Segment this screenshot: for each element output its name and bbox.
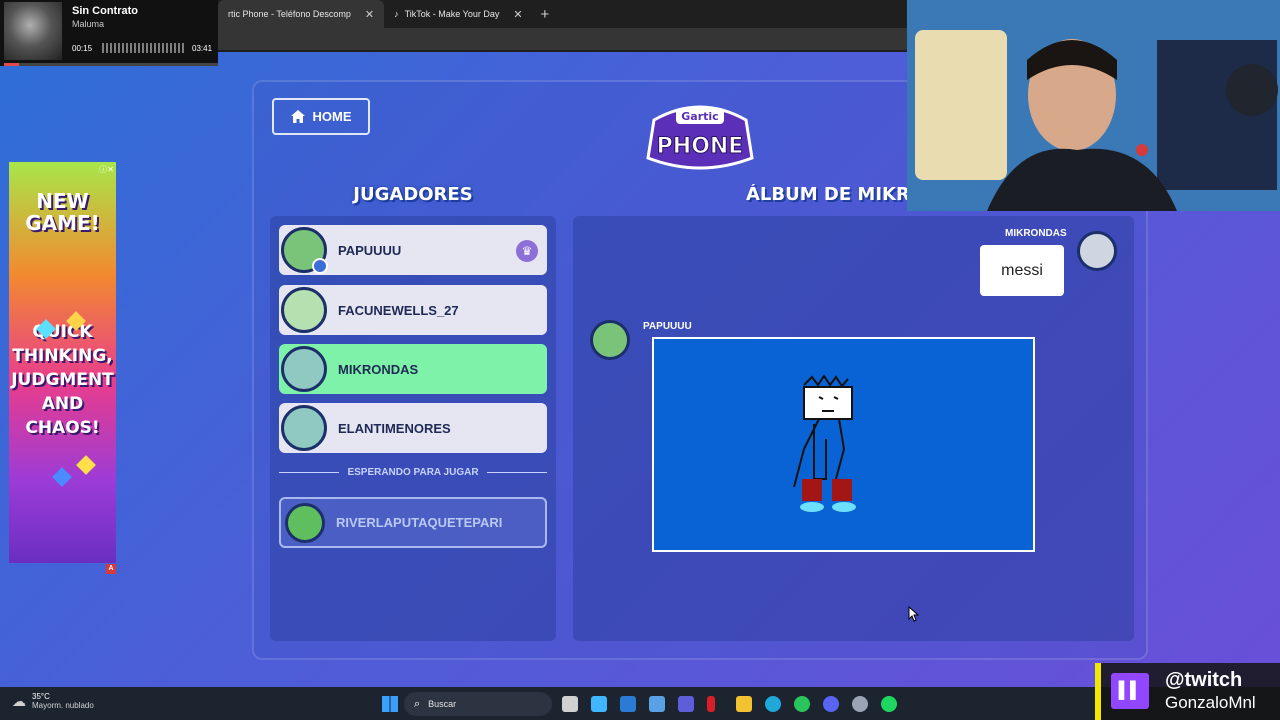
discord-icon[interactable]	[823, 696, 839, 712]
crown-icon: ♛	[516, 240, 538, 262]
gartic-phone-logo: Gartic PHONE	[646, 105, 754, 170]
twitch-username: GonzaloMnl	[1165, 693, 1256, 712]
home-button[interactable]: HOME	[272, 98, 370, 135]
spotify-icon[interactable]	[881, 696, 897, 712]
weather-condition: Mayorm. nublado	[32, 701, 94, 710]
player-avatar	[285, 502, 325, 543]
music-progress-fill	[4, 63, 19, 66]
waiting-label: ESPERANDO PARA JUGAR	[347, 467, 479, 478]
music-widget: Sin Contrato Maluma 00:15 03:41	[0, 0, 218, 66]
tab-bar: rtic Phone - Teléfono Descomp ✕ ♪ TikTok…	[218, 0, 557, 28]
ad-title: NEW GAME!	[25, 189, 100, 235]
divider-line	[486, 472, 548, 473]
windows-start-icon[interactable]	[382, 696, 398, 712]
advertisement[interactable]: ⓘ✕ NEW GAME! QUICK THINKING, JUDGMENT AN…	[9, 162, 116, 563]
edge-icon[interactable]	[765, 696, 781, 712]
elapsed-time: 00:15	[72, 44, 93, 53]
players-heading: JUGADORES	[353, 184, 473, 205]
waiting-player-row[interactable]: RIVERLAPUTAQUETEPARI	[279, 497, 547, 548]
home-label: HOME	[312, 109, 352, 124]
address-bar[interactable]	[218, 28, 908, 50]
player-name: ELANTIMENORES	[338, 420, 451, 436]
waiting-player-name: RIVERLAPUTAQUETEPARI	[336, 515, 503, 530]
tab-title: TikTok - Make Your Day	[404, 9, 500, 19]
player-avatar	[281, 227, 328, 274]
music-progress-bar	[4, 63, 218, 66]
player-name: MIKRONDAS	[338, 361, 419, 377]
logo-bottom-text: PHONE	[657, 134, 744, 159]
player-avatar	[281, 405, 327, 451]
temperature: 35°C	[32, 692, 50, 701]
waiting-divider: ESPERANDO PARA JUGAR	[279, 467, 548, 478]
netflix-icon[interactable]	[707, 696, 715, 712]
twitch-icon: ▌▌	[1111, 673, 1149, 709]
copilot-icon[interactable]	[591, 696, 607, 712]
message-avatar	[1077, 231, 1117, 271]
new-tab-button[interactable]: +	[533, 6, 558, 23]
gem-icon	[76, 455, 96, 475]
player-name: PAPUUUU	[338, 242, 402, 258]
player-row[interactable]: ELANTIMENORES	[279, 403, 547, 453]
search-input[interactable]: ⌕ Buscar	[404, 692, 552, 716]
player-avatar	[281, 346, 327, 392]
player-row[interactable]: MIKRONDAS	[279, 344, 547, 394]
mouse-cursor-icon	[908, 606, 920, 622]
weather-widget[interactable]: ☁ 35°C Mayorm. nublado	[12, 692, 94, 710]
player-row[interactable]: PAPUUUU ♛	[279, 225, 547, 275]
webcam-scene	[907, 0, 1280, 211]
task-view-icon[interactable]	[562, 696, 578, 712]
logo-top-text: Gartic	[681, 110, 718, 123]
duration-time: 03:41	[192, 44, 213, 53]
home-icon	[290, 110, 305, 123]
tiktok-icon: ♪	[394, 9, 399, 19]
gem-icon	[52, 467, 72, 487]
search-icon: ⌕	[414, 697, 421, 710]
webcam-overlay	[907, 0, 1280, 211]
store-icon[interactable]	[649, 696, 665, 712]
tab-gartic-phone[interactable]: rtic Phone - Teléfono Descomp ✕	[218, 0, 385, 28]
mail-icon[interactable]	[620, 696, 636, 712]
drawing-canvas	[652, 337, 1035, 552]
tab-tiktok[interactable]: ♪ TikTok - Make Your Day ✕	[384, 0, 532, 28]
folder-icon[interactable]	[736, 696, 752, 712]
divider-line	[279, 472, 340, 473]
player-row[interactable]: FACUNEWELLS_27	[279, 285, 547, 335]
song-artist: Maluma	[72, 19, 105, 29]
taskbar: ☁ 35°C Mayorm. nublado ⌕ Buscar	[0, 687, 1280, 720]
settings-icon[interactable]	[852, 696, 868, 712]
drawing-figure	[793, 374, 856, 512]
close-icon[interactable]: ✕	[513, 8, 522, 21]
ad-info-icon[interactable]: ⓘ✕	[99, 164, 114, 175]
drawing-author-avatar	[590, 320, 630, 360]
message-author: MIKRONDAS	[1005, 228, 1067, 239]
album-cover	[4, 2, 62, 60]
waveform	[102, 43, 186, 53]
user-badge-icon	[312, 258, 328, 274]
whatsapp-icon[interactable]	[794, 696, 810, 712]
twitch-handle: @twitch	[1165, 669, 1243, 691]
cloud-icon: ☁	[12, 692, 26, 709]
ad-body: QUICK THINKING, JUDGMENT AND CHAOS!	[11, 322, 114, 438]
search-placeholder: Buscar	[428, 699, 457, 709]
twitch-overlay: ▌▌ @twitch GonzaloMnl	[1095, 663, 1280, 720]
song-title: Sin Contrato	[72, 5, 138, 17]
player-name: FACUNEWELLS_27	[338, 302, 459, 318]
teams-icon[interactable]	[678, 696, 694, 712]
player-avatar	[281, 287, 327, 333]
tab-title: rtic Phone - Teléfono Descomp	[228, 9, 351, 19]
close-icon[interactable]: ✕	[365, 8, 374, 21]
album-heading: ÁLBUM DE MIKRO	[746, 184, 908, 205]
message-bubble: messi	[980, 245, 1064, 296]
ad-badge[interactable]: A	[106, 564, 116, 574]
drawing-author: PAPUUUU	[643, 321, 692, 332]
